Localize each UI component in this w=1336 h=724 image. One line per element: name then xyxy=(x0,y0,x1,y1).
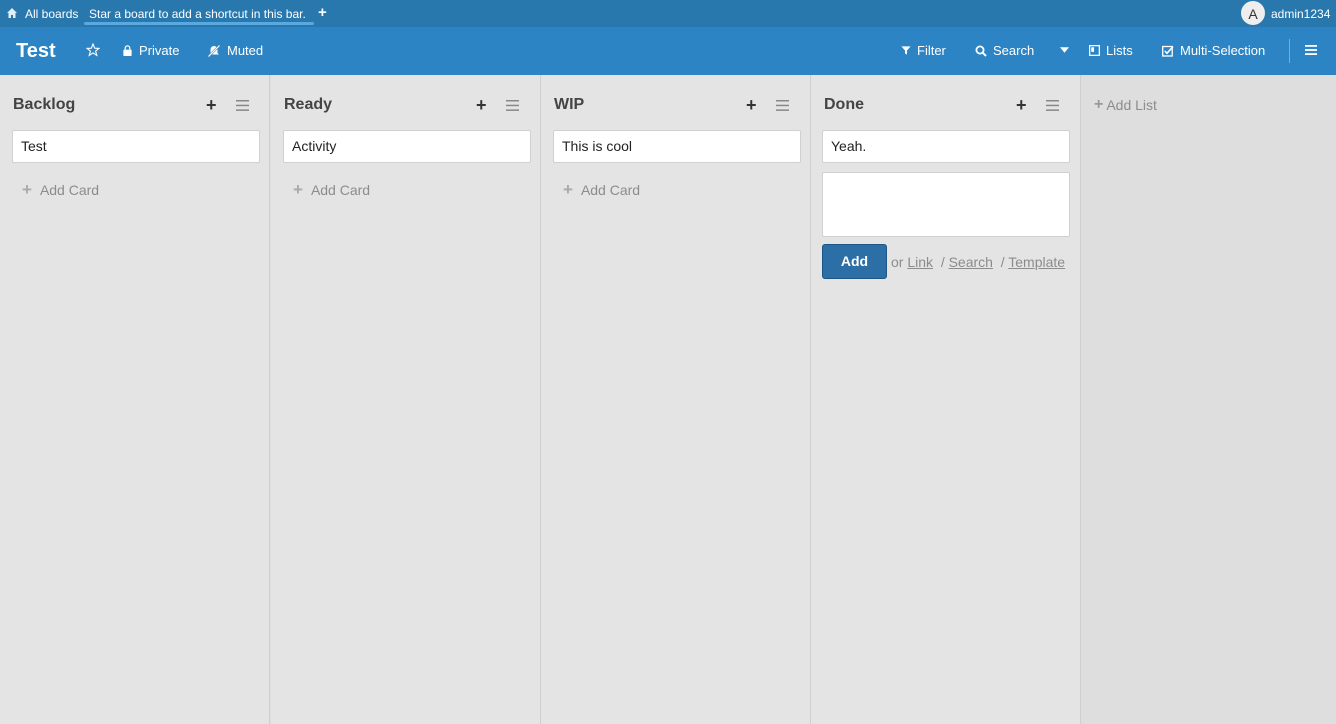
list-menu-icon[interactable] xyxy=(1046,100,1059,111)
card[interactable]: Yeah. xyxy=(822,130,1070,163)
list-title[interactable]: WIP xyxy=(554,96,584,114)
plus-icon: + xyxy=(563,180,573,199)
top-bar: All boards Star a board to add a shortcu… xyxy=(0,0,1336,27)
plus-icon: + xyxy=(22,180,32,199)
username[interactable]: admin1234 xyxy=(1271,7,1330,21)
list-header: WIP + xyxy=(541,75,810,127)
star-icon xyxy=(86,43,100,57)
list-header: Backlog + xyxy=(0,75,269,127)
add-card-label: Add Card xyxy=(580,182,641,198)
list-wip: WIP + This is cool + Add Card xyxy=(541,75,811,724)
add-card-button[interactable]: + Add Card xyxy=(293,180,370,200)
filter-label: Filter xyxy=(917,43,946,58)
list-header: Ready + xyxy=(271,75,540,127)
lists-label: Lists xyxy=(1106,43,1133,58)
add-shortcut-button[interactable]: + xyxy=(318,4,327,21)
privacy-label: Private xyxy=(139,43,180,58)
active-tab-indicator xyxy=(84,22,314,25)
list-menu-icon[interactable] xyxy=(506,100,519,111)
separator: / xyxy=(940,254,945,270)
search-card-link[interactable]: Search xyxy=(949,254,993,270)
card[interactable]: Test xyxy=(12,130,260,163)
muted-bell-icon xyxy=(207,43,221,58)
watch-button[interactable]: Muted xyxy=(207,43,263,58)
add-card-top-button[interactable]: + xyxy=(476,95,487,116)
plus-icon: + xyxy=(1094,96,1104,113)
board-header: Test Private Muted Filter Search Lists M… xyxy=(0,27,1336,75)
composer-options: or Link / Search / Template xyxy=(891,254,1065,270)
add-list-label: Add List xyxy=(1106,97,1157,113)
link-card-link[interactable]: Link xyxy=(907,254,933,270)
list-ready: Ready + Activity + Add Card xyxy=(271,75,541,724)
list-title[interactable]: Backlog xyxy=(13,96,75,114)
card[interactable]: Activity xyxy=(283,130,531,163)
card[interactable]: This is cool xyxy=(553,130,801,163)
list-header: Done + xyxy=(811,75,1080,127)
list-menu-icon[interactable] xyxy=(776,100,789,111)
list-done: Done + Yeah. Add or Link / Search / Temp… xyxy=(811,75,1081,724)
add-card-submit-button[interactable]: Add xyxy=(822,244,887,279)
privacy-button[interactable]: Private xyxy=(122,43,179,58)
add-card-label: Add Card xyxy=(39,182,100,198)
add-card-button[interactable]: + Add Card xyxy=(563,180,640,200)
watch-label: Muted xyxy=(227,43,264,58)
all-boards-link[interactable]: All boards xyxy=(25,7,78,21)
plus-icon: + xyxy=(293,180,303,199)
header-divider xyxy=(1289,39,1290,63)
multi-selection-button[interactable]: Multi-Selection xyxy=(1162,43,1265,58)
checkbox-icon xyxy=(1162,45,1174,57)
list-menu-icon[interactable] xyxy=(236,100,249,111)
search-label: Search xyxy=(993,43,1035,58)
add-card-top-button[interactable]: + xyxy=(746,95,757,116)
board-title[interactable]: Test xyxy=(16,40,56,63)
add-list-button[interactable]: + Add List xyxy=(1094,96,1157,114)
list-backlog: Backlog + Test + Add Card xyxy=(0,75,270,724)
or-text: or xyxy=(891,254,904,270)
view-switcher-dropdown[interactable] xyxy=(1060,47,1069,53)
lock-icon xyxy=(123,45,132,56)
filter-icon xyxy=(901,46,911,55)
home-icon[interactable] xyxy=(6,7,18,19)
add-card-top-button[interactable]: + xyxy=(1016,95,1027,116)
avatar[interactable]: A xyxy=(1241,1,1265,25)
filter-button[interactable]: Filter xyxy=(901,43,946,58)
shortcut-hint: Star a board to add a shortcut in this b… xyxy=(89,7,306,21)
separator: / xyxy=(1000,254,1005,270)
list-title[interactable]: Ready xyxy=(284,96,332,114)
search-button[interactable]: Search xyxy=(975,43,1034,58)
caret-down-icon xyxy=(1060,47,1069,53)
card-title-textarea[interactable] xyxy=(822,172,1070,237)
add-card-top-button[interactable]: + xyxy=(206,95,217,116)
lists-view-button[interactable]: Lists xyxy=(1089,43,1133,58)
template-link[interactable]: Template xyxy=(1008,254,1065,270)
board-view-icon xyxy=(1089,45,1100,56)
multi-selection-label: Multi-Selection xyxy=(1180,43,1266,58)
add-card-label: Add Card xyxy=(310,182,371,198)
search-icon xyxy=(975,45,987,57)
star-button[interactable] xyxy=(86,43,100,57)
list-title[interactable]: Done xyxy=(824,96,864,114)
hamburger-menu-icon[interactable] xyxy=(1305,44,1317,56)
add-card-button[interactable]: + Add Card xyxy=(22,180,99,200)
